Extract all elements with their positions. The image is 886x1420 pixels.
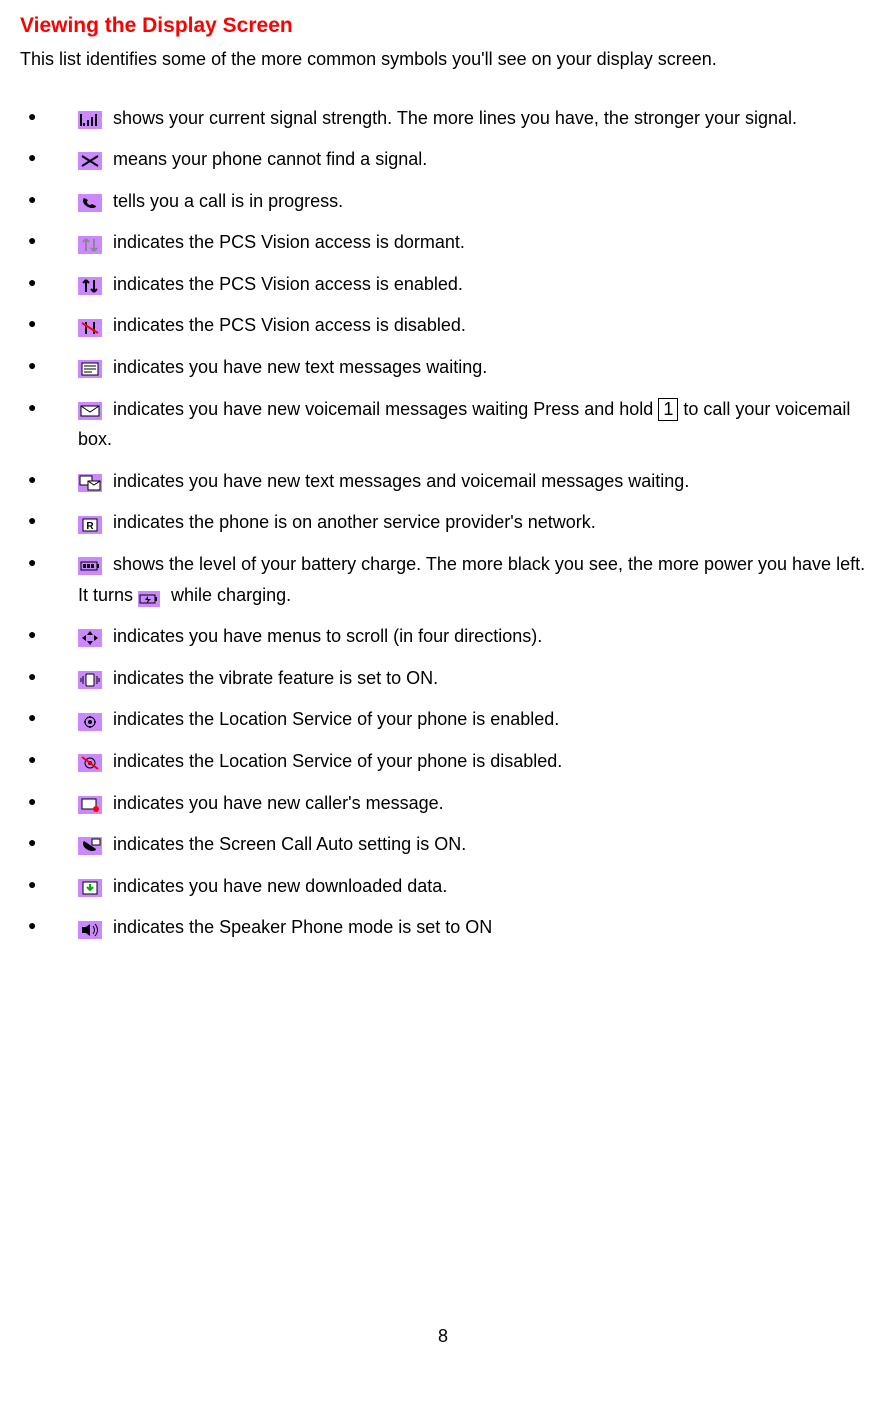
list-item: tells you a call is in progress. xyxy=(50,186,866,217)
list-item: indicates you have new text messages wai… xyxy=(50,352,866,383)
item-text: shows your current signal strength. The … xyxy=(113,108,797,128)
new-text-icon xyxy=(78,357,102,375)
list-item: means your phone cannot find a signal. xyxy=(50,144,866,175)
item-text: indicates the Location Service of your p… xyxy=(113,709,559,729)
scroll-menus-icon xyxy=(78,626,102,644)
list-item: indicates you have new voicemail message… xyxy=(50,394,866,455)
page-title: Viewing the Display Screen xyxy=(20,10,866,42)
list-item: indicates the Location Service of your p… xyxy=(50,746,866,777)
item-text: indicates the PCS Vision access is disab… xyxy=(113,315,466,335)
list-item: indicates you have new caller's message. xyxy=(50,788,866,819)
list-item: indicates the PCS Vision access is disab… xyxy=(50,310,866,341)
list-item: indicates you have new text messages and… xyxy=(50,466,866,497)
item-text: indicates the Speaker Phone mode is set … xyxy=(113,917,492,937)
roaming-icon: R xyxy=(78,513,102,531)
item-text: indicates you have new text messages and… xyxy=(113,471,689,491)
page-number: 8 xyxy=(20,1323,866,1350)
location-enabled-icon xyxy=(78,710,102,728)
vision-dormant-icon xyxy=(78,233,102,251)
list-item: shows your current signal strength. The … xyxy=(50,103,866,134)
intro-text: This list identifies some of the more co… xyxy=(20,46,866,73)
item-text: indicates you have new downloaded data. xyxy=(113,876,447,896)
list-item: indicates the Location Service of your p… xyxy=(50,704,866,735)
list-item: R indicates the phone is on another serv… xyxy=(50,507,866,538)
item-text: indicates the PCS Vision access is enabl… xyxy=(113,274,463,294)
battery-icon xyxy=(78,554,102,572)
battery-charging-icon xyxy=(138,586,160,602)
item-text: indicates you have menus to scroll (in f… xyxy=(113,626,542,646)
item-text: indicates the vibrate feature is set to … xyxy=(113,668,438,688)
item-text-after: while charging. xyxy=(166,585,291,605)
item-text: indicates the Screen Call Auto setting i… xyxy=(113,834,466,854)
svg-text:R: R xyxy=(86,521,94,532)
no-signal-icon xyxy=(78,149,102,167)
vision-enabled-icon xyxy=(78,274,102,292)
speaker-phone-icon xyxy=(78,918,102,936)
call-in-progress-icon xyxy=(78,191,102,209)
location-disabled-icon xyxy=(78,751,102,769)
list-item: indicates you have menus to scroll (in f… xyxy=(50,621,866,652)
item-text: indicates you have new text messages wai… xyxy=(113,357,487,377)
list-item: indicates the vibrate feature is set to … xyxy=(50,663,866,694)
vision-disabled-icon xyxy=(78,316,102,334)
list-item: indicates the Speaker Phone mode is set … xyxy=(50,912,866,943)
key-1: 1 xyxy=(658,398,678,422)
new-voicemail-icon xyxy=(78,399,102,417)
item-text: indicates you have new caller's message. xyxy=(113,793,444,813)
list-item: shows the level of your battery charge. … xyxy=(50,549,866,610)
signal-strength-icon xyxy=(78,108,102,126)
screen-call-auto-icon xyxy=(78,834,102,852)
item-text: indicates the phone is on another servic… xyxy=(113,512,596,532)
item-text: tells you a call is in progress. xyxy=(113,191,343,211)
list-item: indicates the Screen Call Auto setting i… xyxy=(50,829,866,860)
item-text: indicates the PCS Vision access is dorma… xyxy=(113,232,465,252)
item-text: means your phone cannot find a signal. xyxy=(113,149,427,169)
item-text-before: indicates you have new voicemail message… xyxy=(113,399,658,419)
icon-list: shows your current signal strength. The … xyxy=(20,103,866,943)
new-downloaded-data-icon xyxy=(78,876,102,894)
new-text-voicemail-icon xyxy=(78,471,102,489)
vibrate-on-icon xyxy=(78,668,102,686)
list-item: indicates the PCS Vision access is enabl… xyxy=(50,269,866,300)
list-item: indicates the PCS Vision access is dorma… xyxy=(50,227,866,258)
new-caller-message-icon xyxy=(78,793,102,811)
item-text: indicates the Location Service of your p… xyxy=(113,751,562,771)
list-item: indicates you have new downloaded data. xyxy=(50,871,866,902)
